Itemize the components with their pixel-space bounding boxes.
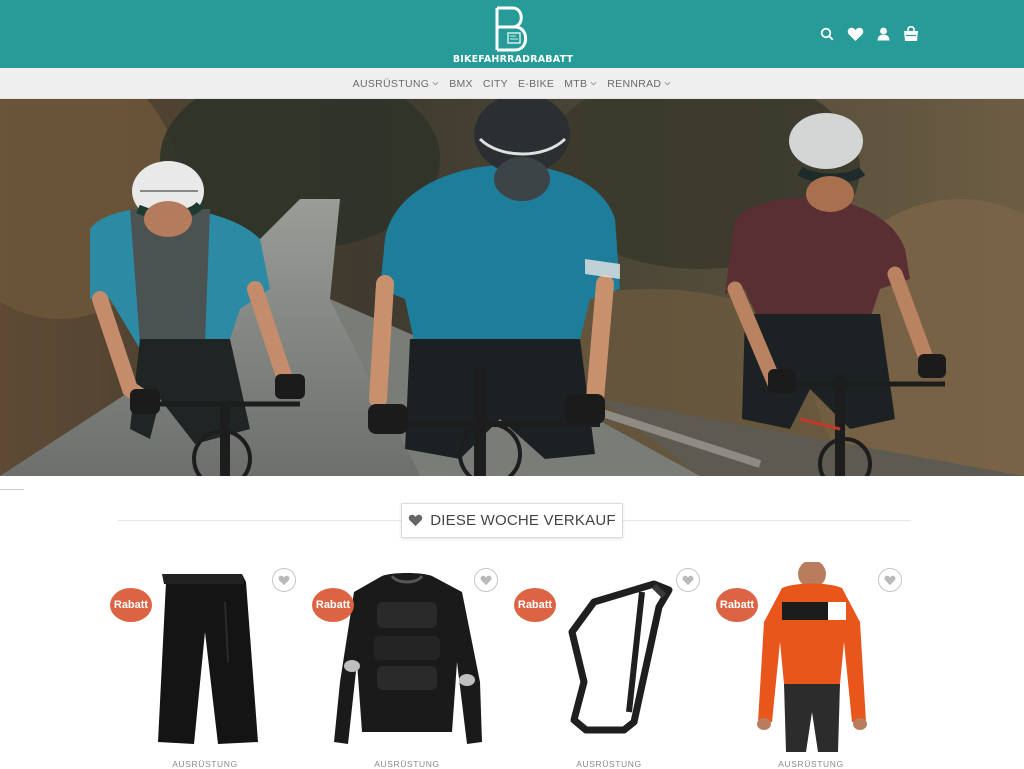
discount-badge: Rabatt <box>514 588 556 622</box>
nav-item-ausr-stung[interactable]: AUSRÜSTUNG <box>348 68 445 99</box>
product-card[interactable]: Rabatt AUSRÜSTUNG <box>312 562 502 769</box>
nav-item-bmx[interactable]: BMX <box>444 68 478 99</box>
nav-item-e-bike[interactable]: E-BIKE <box>513 68 559 99</box>
heart-icon[interactable] <box>846 25 864 43</box>
wishlist-heart-icon[interactable] <box>474 568 498 592</box>
product-card[interactable]: Rabatt AUSRÜSTUNG <box>110 562 300 769</box>
nav-item-label: AUSRÜSTUNG <box>352 77 430 90</box>
product-card[interactable]: Rabatt AUSRÜSTUNG <box>716 560 906 769</box>
nav-list: AUSRÜSTUNG BMX CITY E-BIKE MTB RENNRAD <box>0 68 1024 99</box>
header-actions <box>818 24 920 44</box>
wishlist-heart-icon[interactable] <box>878 568 902 592</box>
user-icon[interactable] <box>874 25 892 43</box>
nav-item-label: CITY <box>482 77 508 90</box>
discount-badge: Rabatt <box>312 588 354 622</box>
heart-icon <box>409 514 423 527</box>
wishlist-heart-icon[interactable] <box>272 568 296 592</box>
section-title: DIESE WOCHE VERKAUF <box>430 512 616 529</box>
nav-item-label: MTB <box>564 77 588 90</box>
discount-badge: Rabatt <box>110 588 152 622</box>
chevron-down-icon <box>432 81 439 86</box>
main-navigation: AUSRÜSTUNG BMX CITY E-BIKE MTB RENNRAD <box>0 68 1024 99</box>
nav-item-city[interactable]: CITY <box>478 68 513 99</box>
chevron-down-icon <box>590 81 597 86</box>
logo-text: BIKEFAHRRADRABATT <box>452 54 574 65</box>
nav-item-rennrad[interactable]: RENNRAD <box>602 68 676 99</box>
nav-item-label: RENNRAD <box>607 77 662 90</box>
nav-item-label: BMX <box>449 77 473 90</box>
shopping-bag-icon[interactable] <box>902 25 920 43</box>
nav-item-mtb[interactable]: MTB <box>559 68 602 99</box>
divider <box>0 489 24 490</box>
wishlist-heart-icon[interactable] <box>676 568 700 592</box>
section-title-box: DIESE WOCHE VERKAUF <box>401 503 623 538</box>
section-divider-left <box>118 520 401 521</box>
search-icon[interactable] <box>818 25 836 43</box>
product-card[interactable]: Rabatt AUSRÜSTUNG <box>514 562 704 769</box>
hero-cyclists-image <box>0 99 1024 476</box>
section-divider-right <box>623 520 911 521</box>
discount-badge: Rabatt <box>716 588 758 622</box>
site-logo[interactable]: BIKEFAHRRADRABATT <box>452 4 574 65</box>
nav-item-label: E-BIKE <box>517 77 555 90</box>
logo-b-icon <box>495 6 528 52</box>
chevron-down-icon <box>664 81 671 86</box>
site-header: BIKEFAHRRADRABATT <box>0 0 1024 68</box>
hero-banner <box>0 99 1024 476</box>
